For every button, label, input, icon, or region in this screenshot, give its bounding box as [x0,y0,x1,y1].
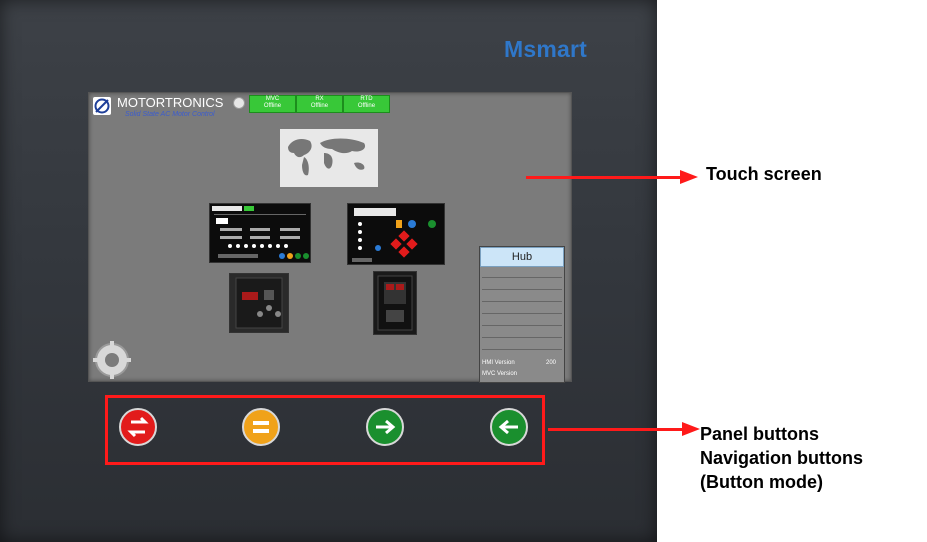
menu-button[interactable] [242,408,280,446]
motortronics-logo-icon [93,97,111,115]
status-rtd-label: RTD [360,96,373,102]
hub-divider [482,277,562,278]
panel-buttons-label: Panel buttons Navigation buttons (Button… [700,422,863,494]
panel-buttons-arrow [548,428,688,431]
button-mode-text: (Button mode) [700,472,823,492]
panel-buttons-text: Panel buttons [700,424,820,444]
next-button[interactable] [366,408,404,446]
hub-divider [482,313,562,314]
touch-screen-arrow [526,176,686,179]
connection-indicator [233,97,245,109]
panel-buttons-highlight [105,395,545,465]
hub-divider [482,337,562,338]
mvc-version-label: MVC Version [482,371,518,377]
status-mvc-label: MVC [265,96,280,102]
brand-logo: Msmart [504,36,588,62]
hub-divider [482,349,562,350]
hub-divider [482,289,562,290]
hub-panel: Hub HMI Version 200 MVC Version [479,246,565,383]
mvc-hardware-image[interactable] [229,273,289,333]
status-rx-state: Offline [310,103,329,109]
touch-screen[interactable]: MOTORTRONICS Solid State AC Motor Contro… [88,92,572,383]
status-rtd-state: Offline [357,103,376,109]
logo-subtitle: Solid State AC Motor Control [125,111,215,118]
back-button[interactable] [490,408,528,446]
status-rx: RX Offline [296,95,343,113]
logo-title: MOTORTRONICS [117,95,224,110]
status-mvc-state: Offline [263,103,282,109]
mvc-panel-thumbnail[interactable] [209,203,311,263]
gear-icon[interactable] [91,339,133,381]
panel-buttons-arrowhead [682,422,700,436]
rx-panel-thumbnail[interactable] [347,203,445,265]
hmi-device: Msmart MOTORTRONICS Solid State AC Motor… [0,0,657,542]
hub-title: Hub [480,247,564,267]
world-map-image[interactable] [280,129,378,187]
status-rx-label: RX [315,96,324,102]
refresh-button[interactable] [119,408,157,446]
hub-divider [482,301,562,302]
hmi-version-row: HMI Version 200 [482,360,562,370]
status-mvc: MVC Offline [249,95,296,113]
navigation-buttons-text: Navigation buttons [700,448,863,468]
status-rtd: RTD Offline [343,95,390,113]
hub-divider [482,325,562,326]
hmi-version-label: HMI Version [482,360,515,366]
touch-screen-arrowhead [680,170,698,184]
rx-hardware-image[interactable] [373,271,417,335]
mvc-version-row: MVC Version [482,371,562,381]
hmi-version-value: 200 [545,360,556,366]
touch-screen-label: Touch screen [706,164,822,184]
